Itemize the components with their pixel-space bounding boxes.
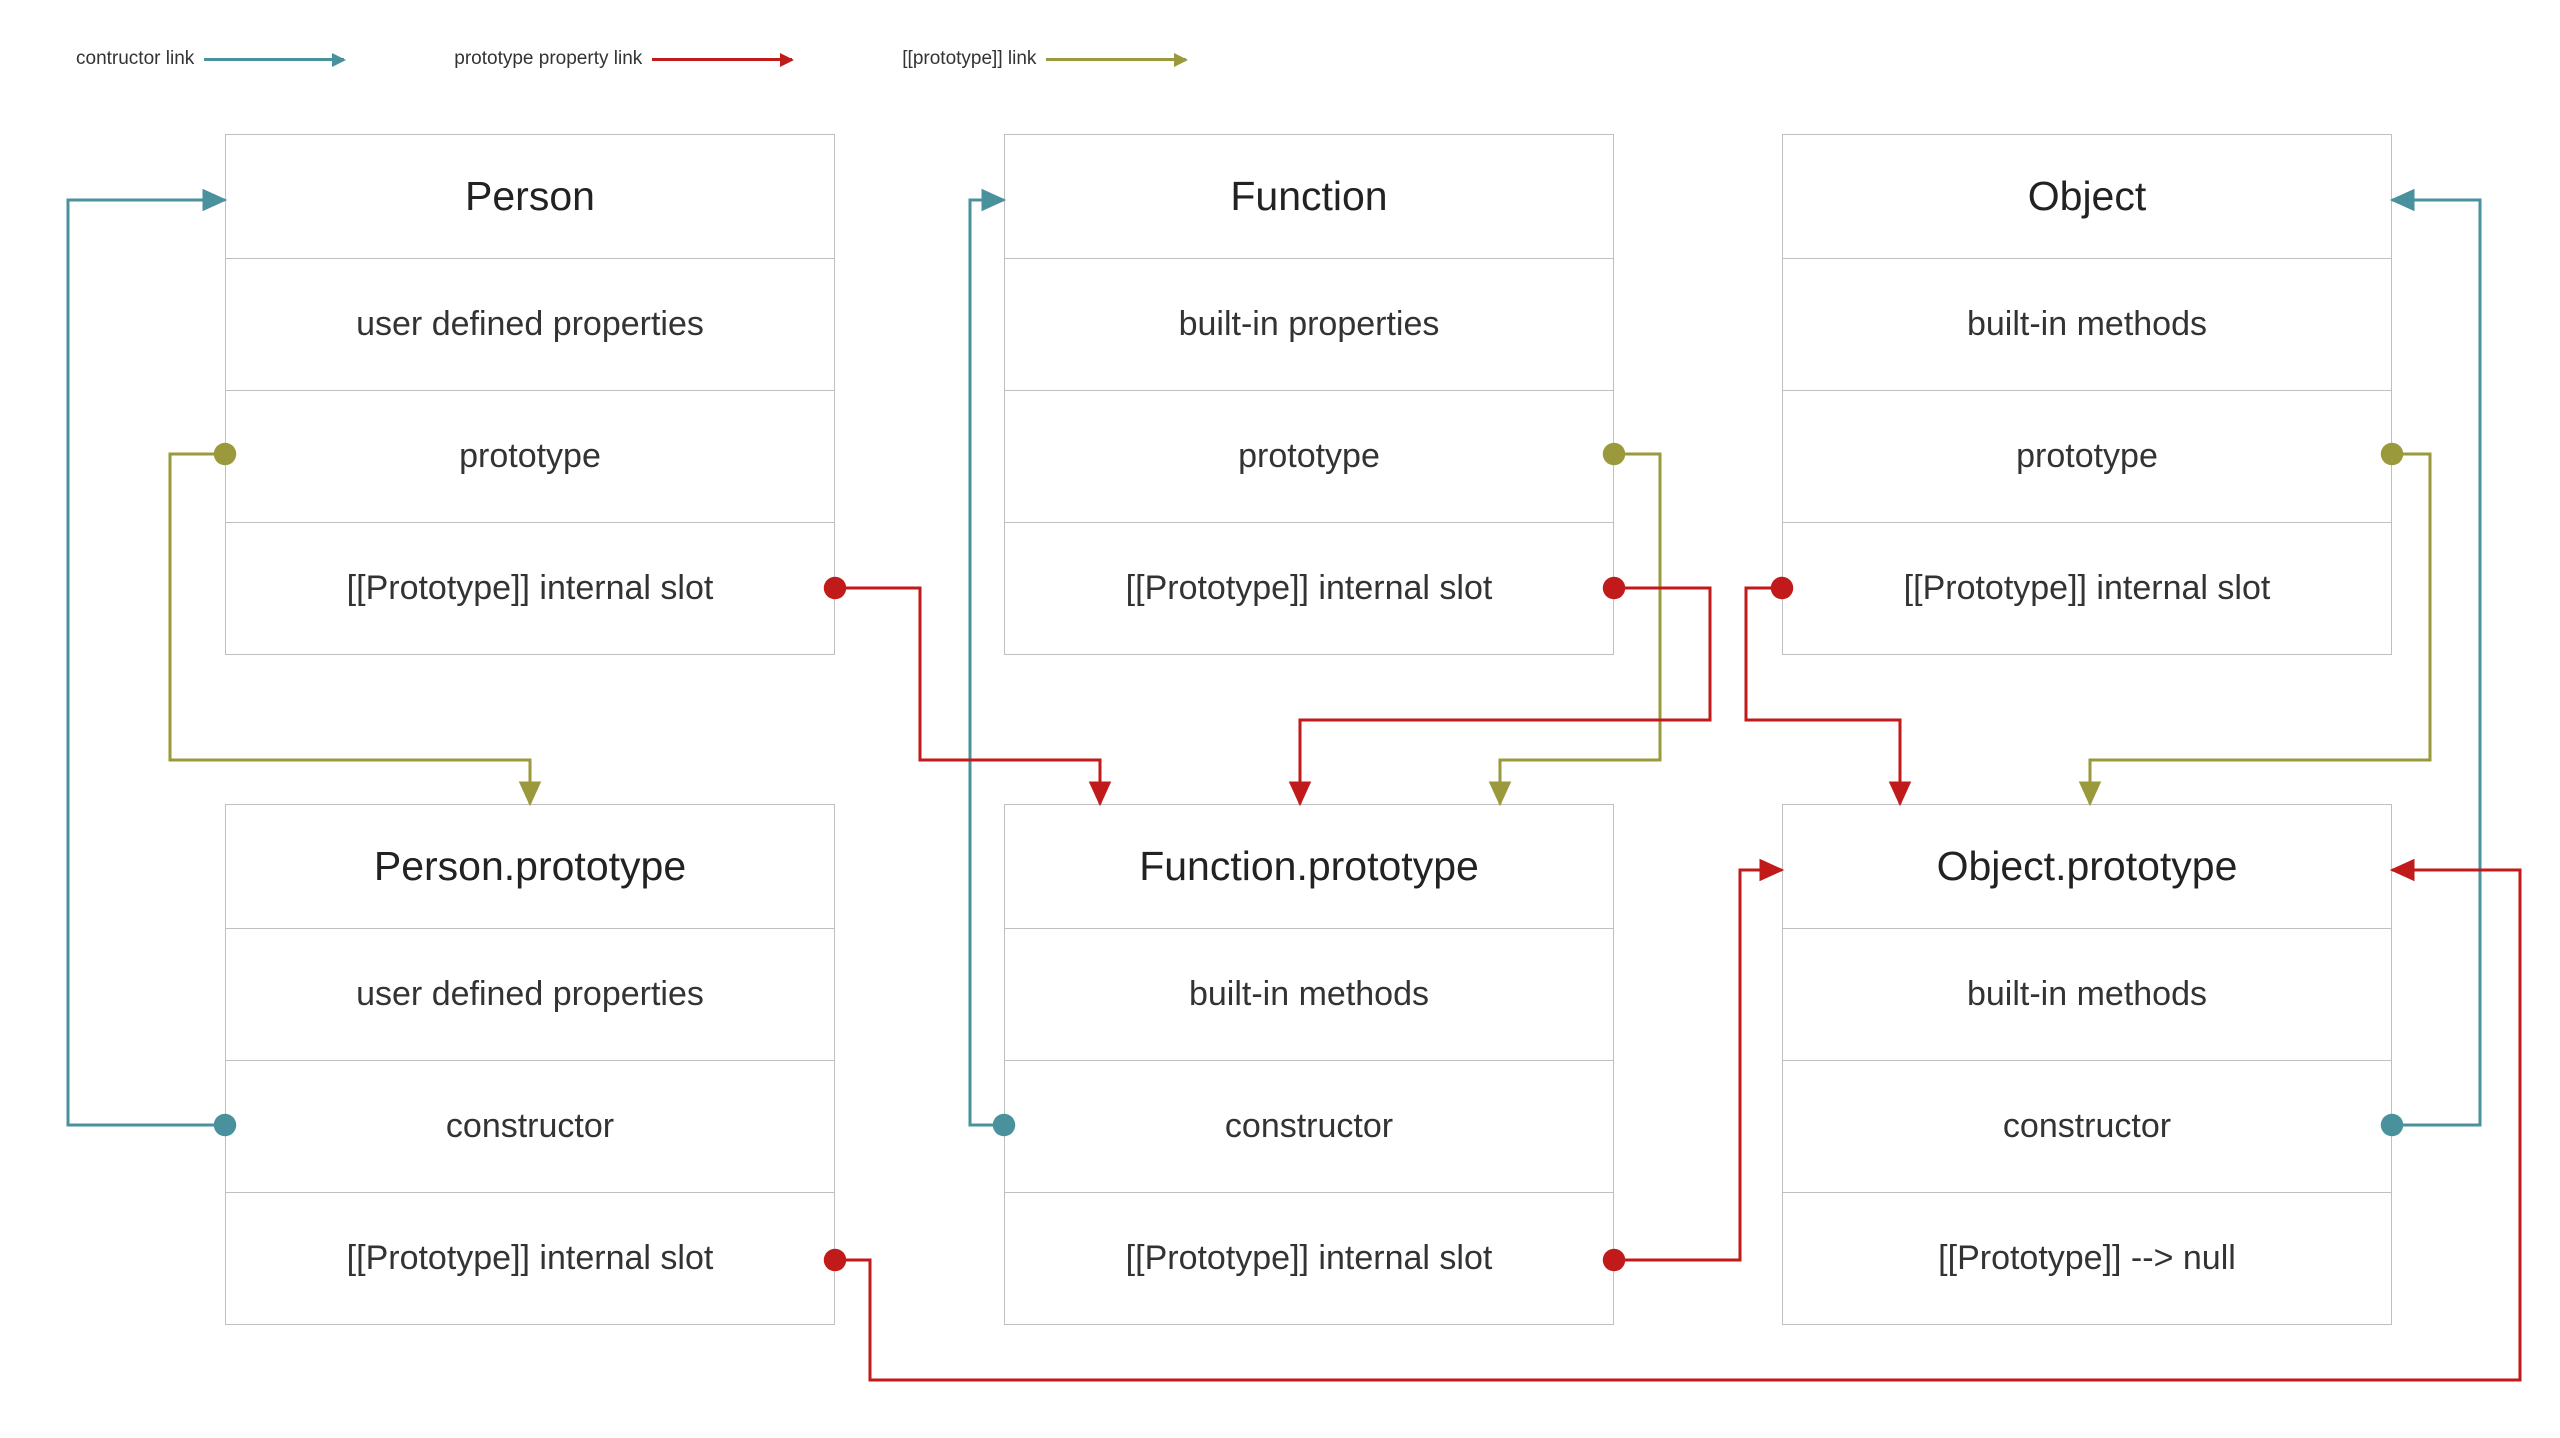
box-function: Function built-in properties prototype […: [1004, 134, 1614, 655]
box-object-proto-row3: [[Prototype]] --> null: [1783, 1193, 2391, 1324]
legend-proto-prop: prototype property link: [454, 48, 792, 70]
box-function-proto-row1: built-in methods: [1005, 929, 1613, 1061]
box-object-proto-row1: built-in methods: [1783, 929, 2391, 1061]
box-person-title: Person: [226, 135, 834, 259]
box-function-title: Function: [1005, 135, 1613, 259]
box-person-proto-row2: constructor: [226, 1061, 834, 1193]
box-person-proto-title: Person.prototype: [226, 805, 834, 929]
box-object: Object built-in methods prototype [[Prot…: [1782, 134, 2392, 655]
box-function-proto-title: Function.prototype: [1005, 805, 1613, 929]
box-object-prototype: Object.prototype built-in methods constr…: [1782, 804, 2392, 1325]
box-person-row1: user defined properties: [226, 259, 834, 391]
box-function-proto-row2: constructor: [1005, 1061, 1613, 1193]
legend-constructor-label: contructor link: [76, 48, 194, 70]
box-function-row2: prototype: [1005, 391, 1613, 523]
box-person: Person user defined properties prototype…: [225, 134, 835, 655]
box-object-row1: built-in methods: [1783, 259, 2391, 391]
box-function-prototype: Function.prototype built-in methods cons…: [1004, 804, 1614, 1325]
arrow-icon: [204, 58, 344, 61]
box-person-prototype: Person.prototype user defined properties…: [225, 804, 835, 1325]
box-person-row3: [[Prototype]] internal slot: [226, 523, 834, 654]
box-person-row2: prototype: [226, 391, 834, 523]
box-person-proto-row1: user defined properties: [226, 929, 834, 1061]
arrow-icon: [1046, 58, 1186, 61]
legend-constructor: contructor link: [76, 48, 344, 70]
box-object-title: Object: [1783, 135, 2391, 259]
box-object-row2: prototype: [1783, 391, 2391, 523]
box-object-proto-row2: constructor: [1783, 1061, 2391, 1193]
arrow-icon: [652, 58, 792, 61]
box-function-proto-row3: [[Prototype]] internal slot: [1005, 1193, 1613, 1324]
box-person-proto-row3: [[Prototype]] internal slot: [226, 1193, 834, 1324]
legend-proto-slot-label: [[prototype]] link: [902, 48, 1036, 70]
legend-proto-slot: [[prototype]] link: [902, 48, 1186, 70]
box-function-row3: [[Prototype]] internal slot: [1005, 523, 1613, 654]
box-object-row3: [[Prototype]] internal slot: [1783, 523, 2391, 654]
legend-proto-prop-label: prototype property link: [454, 48, 642, 70]
box-object-proto-title: Object.prototype: [1783, 805, 2391, 929]
box-function-row1: built-in properties: [1005, 259, 1613, 391]
legend: contructor link prototype property link …: [76, 48, 1186, 70]
